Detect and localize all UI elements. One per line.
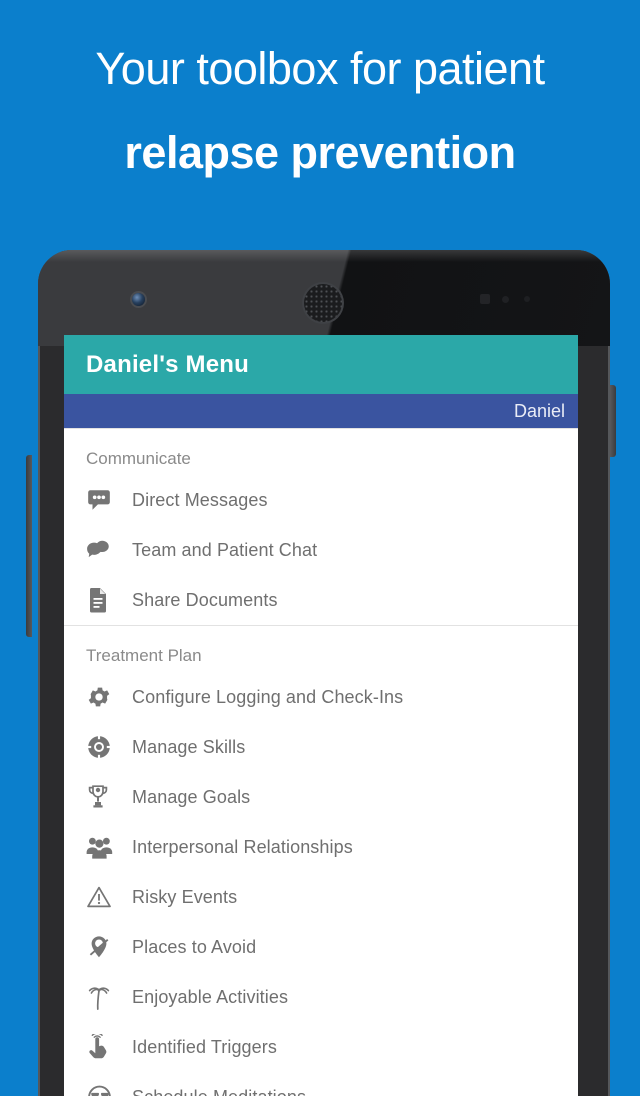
bezel-top-highlight: [38, 250, 610, 262]
front-camera-icon: [132, 293, 145, 306]
page-title: Daniel's Menu: [86, 350, 250, 378]
menu-item-label: Risky Events: [132, 886, 238, 907]
menu-item-configure-logging-and-check-ins[interactable]: Configure Logging and Check-Ins: [64, 672, 578, 722]
menu-item-label: Team and Patient Chat: [132, 539, 318, 560]
promo-screenshot: Your toolbox for patient relapse prevent…: [0, 0, 640, 1096]
section-header: Treatment Plan: [86, 646, 202, 665]
people-group-icon: [86, 835, 132, 859]
menu-item-team-and-patient-chat[interactable]: Team and Patient Chat: [64, 525, 578, 575]
menu-item-label: Configure Logging and Check-Ins: [132, 686, 404, 707]
menu-item-direct-messages[interactable]: Direct Messages: [64, 475, 578, 525]
palm-tree-icon: [86, 984, 132, 1011]
menu-item-label: Schedule Meditations: [132, 1087, 306, 1096]
menu-item-enjoyable-activities[interactable]: Enjoyable Activities: [64, 972, 578, 1022]
trophy-icon: [86, 784, 132, 810]
headline-line-2: relapse prevention: [124, 127, 516, 178]
proximity-sensor-icon: [480, 294, 540, 305]
map-pin-slash-icon: [86, 934, 132, 960]
document-icon: [86, 587, 132, 613]
menu-item-identified-triggers[interactable]: Identified Triggers: [64, 1022, 578, 1072]
menu-item-label: Places to Avoid: [132, 936, 257, 957]
menu-item-label: Interpersonal Relationships: [132, 836, 353, 857]
menu-item-label: Direct Messages: [132, 489, 268, 510]
power-button[interactable]: [610, 385, 616, 457]
menu-item-label: Identified Triggers: [132, 1036, 277, 1057]
warning-triangle-icon: [86, 885, 132, 909]
menu-item-label: Manage Goals: [132, 786, 251, 807]
app-bar: Daniel's Menu: [64, 335, 578, 394]
section-header: Communicate: [86, 449, 191, 468]
menu-item-risky-events[interactable]: Risky Events: [64, 872, 578, 922]
menu-item-share-documents[interactable]: Share Documents: [64, 575, 578, 625]
menu-item-manage-skills[interactable]: Manage Skills: [64, 722, 578, 772]
menu-list: Communicate Direct Messages Team and Patie…: [64, 429, 578, 1096]
chat-bubble-dots-icon: [86, 487, 132, 513]
promo-headline: Your toolbox for patient relapse prevent…: [0, 38, 640, 184]
menu-item-interpersonal-relationships[interactable]: Interpersonal Relationships: [64, 822, 578, 872]
gear-icon: [86, 684, 132, 710]
life-ring-icon: [86, 734, 132, 760]
menu-item-manage-goals[interactable]: Manage Goals: [64, 772, 578, 822]
current-user-label: Daniel: [513, 400, 565, 421]
menu-item-schedule-meditations[interactable]: Schedule Meditations: [64, 1072, 578, 1096]
headline-line-1: Your toolbox for patient: [95, 43, 545, 94]
earpiece-speaker-icon: [304, 284, 342, 322]
menu-item-places-to-avoid[interactable]: Places to Avoid: [64, 922, 578, 972]
volume-rocker-button[interactable]: [26, 455, 32, 637]
menu-item-label: Enjoyable Activities: [132, 986, 289, 1007]
app-screen: Daniel's Menu Daniel Communicate Direct M…: [64, 335, 578, 1096]
menu-item-label: Manage Skills: [132, 736, 246, 757]
menu-item-label: Share Documents: [132, 589, 278, 610]
user-bar[interactable]: Daniel: [64, 394, 578, 428]
double-chat-bubble-icon: [86, 537, 132, 563]
pointing-hand-icon: [86, 1033, 132, 1061]
relaxed-face-icon: [86, 1084, 132, 1096]
